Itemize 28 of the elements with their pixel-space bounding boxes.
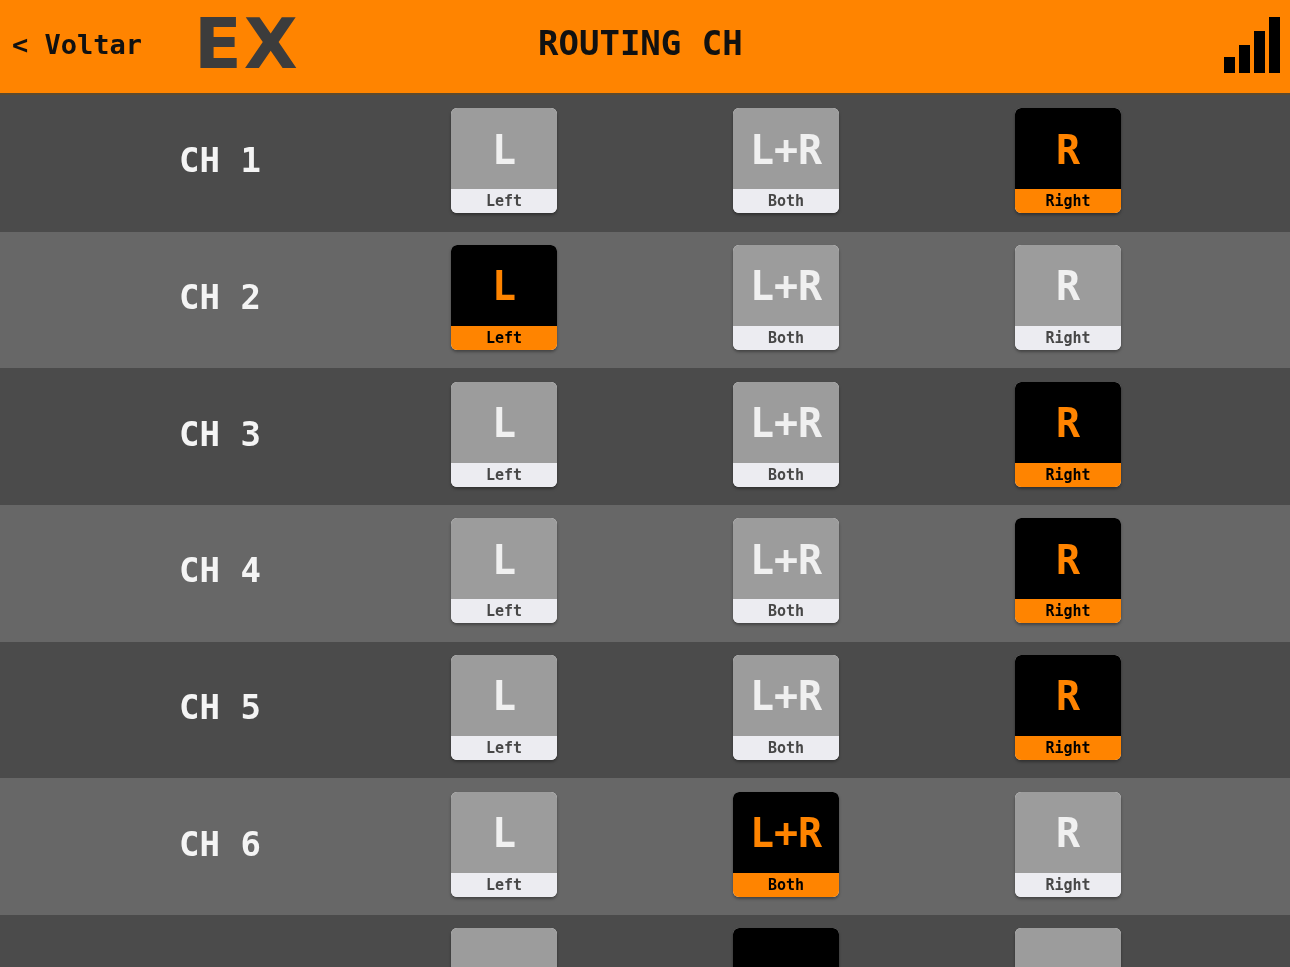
routing-option-button[interactable]: L+R Both <box>733 518 839 624</box>
routing-option-button[interactable]: L Left <box>451 518 557 624</box>
routing-option-button[interactable]: L Left <box>451 381 557 487</box>
routing-option-button[interactable]: L+R Both <box>733 791 839 897</box>
routing-option-button[interactable]: L Left <box>451 245 557 350</box>
routing-option-button[interactable]: R Right <box>1015 518 1121 624</box>
signal-bars-icon <box>1224 16 1280 73</box>
back-button[interactable]: < Voltar <box>10 29 145 60</box>
routing-option-button[interactable]: L Left <box>451 654 557 760</box>
routing-option-button[interactable]: L Left <box>451 791 557 897</box>
routing-option-button[interactable]: R Right <box>1015 108 1121 214</box>
channel-label: CH 6 <box>179 823 261 864</box>
channel-label: CH 2 <box>179 277 261 317</box>
routing-option-button[interactable]: L+R Both <box>733 108 839 214</box>
routing-option-button[interactable]: L+R Both <box>733 381 839 487</box>
page-title: ROUTING CH <box>538 22 743 63</box>
routing-option-button[interactable]: L Left <box>451 108 557 214</box>
routing-option-button[interactable]: R Right <box>1015 791 1121 897</box>
channel-label: CH 5 <box>179 686 261 727</box>
channel-label: CH 4 <box>179 550 261 591</box>
routing-option-button[interactable]: R Right <box>1015 654 1121 760</box>
routing-option-button[interactable]: L+R Both <box>733 245 839 350</box>
channel-label: CH 1 <box>179 140 261 181</box>
channel-label: CH 3 <box>179 413 261 454</box>
logo: EX <box>194 8 300 79</box>
routing-option-button[interactable]: L+R Both <box>733 654 839 760</box>
routing-option-button[interactable]: R Right <box>1015 381 1121 487</box>
routing-option-button[interactable]: R Right <box>1015 245 1121 350</box>
